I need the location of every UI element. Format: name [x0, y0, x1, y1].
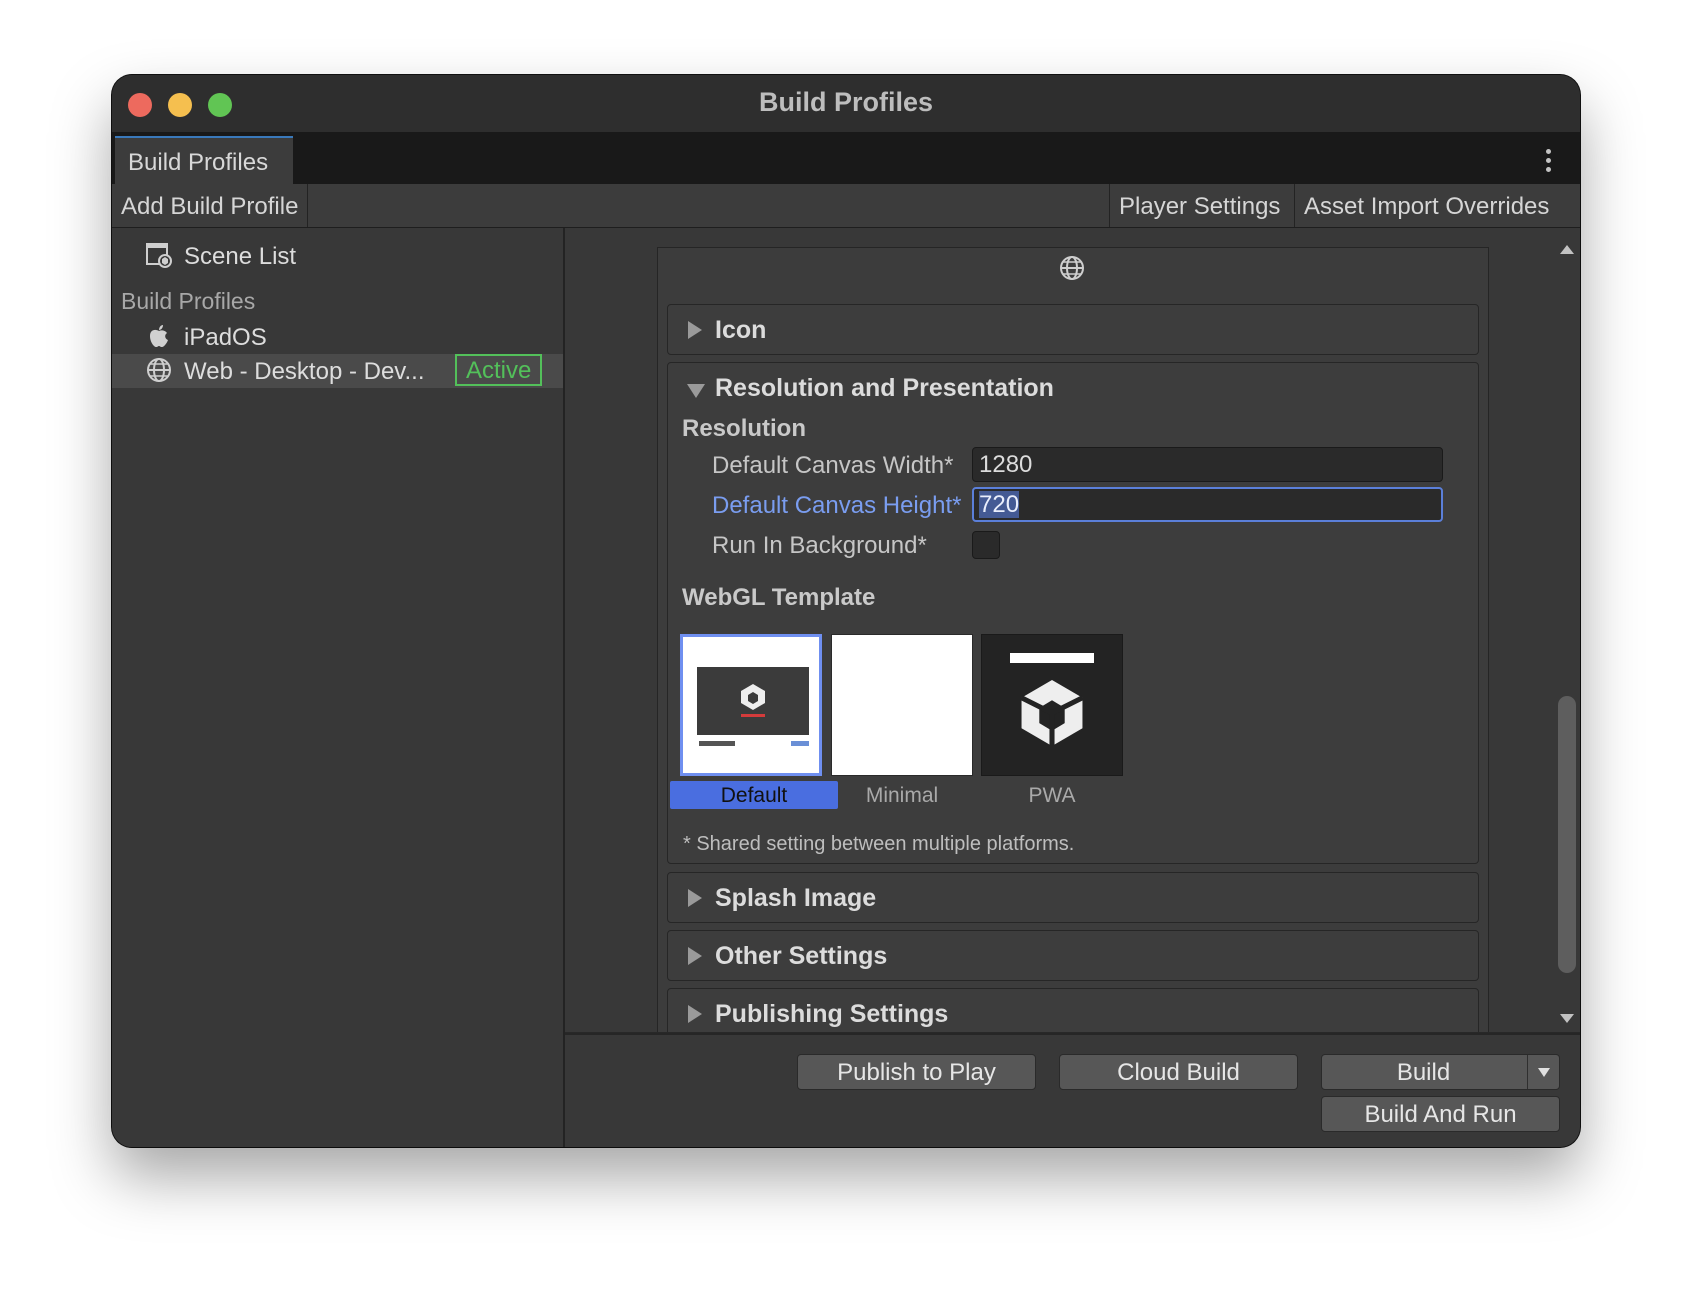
player-settings-button[interactable]: Player Settings — [1109, 184, 1289, 227]
asset-import-overrides-button[interactable]: Asset Import Overrides — [1294, 184, 1558, 227]
expand-arrow-icon — [688, 321, 702, 339]
splash-image-section[interactable]: Splash Image — [667, 872, 1479, 923]
vertical-scrollbar[interactable] — [1558, 696, 1576, 973]
canvas-width-field[interactable]: 1280 — [972, 447, 1443, 482]
pwa-header-bar — [1010, 653, 1094, 663]
more-options-icon[interactable] — [1546, 149, 1552, 176]
expand-arrow-icon — [688, 889, 702, 907]
section-header[interactable]: Resolution and Presentation — [668, 363, 1478, 413]
section-header[interactable]: Splash Image — [668, 873, 1478, 923]
title-bar: Build Profiles — [112, 75, 1580, 132]
template-default-label[interactable]: Default — [670, 781, 838, 809]
cloud-build-button[interactable]: Cloud Build — [1059, 1054, 1298, 1090]
template-minimal-label[interactable]: Minimal — [831, 781, 973, 809]
shared-setting-note: * Shared setting between multiple platfo… — [683, 833, 1075, 855]
globe-icon — [1060, 256, 1084, 280]
apple-icon — [150, 325, 168, 347]
run-in-background-label: Run In Background* — [712, 532, 927, 559]
other-settings-section[interactable]: Other Settings — [667, 930, 1479, 981]
template-default-thumbnail[interactable] — [680, 634, 822, 776]
toolbar: Add Build Profile Player Settings Asset … — [112, 184, 1580, 228]
section-title: Publishing Settings — [715, 1000, 949, 1028]
sidebar: Scene List Build Profiles iPadOS Web - D… — [112, 228, 565, 1147]
sidebar-item-label: Scene List — [184, 243, 297, 270]
resolution-presentation-section: Resolution and Presentation Resolution D… — [667, 362, 1479, 864]
section-header[interactable]: Icon — [668, 305, 1478, 355]
scene-list-icon — [146, 243, 172, 268]
publishing-settings-section[interactable]: Publishing Settings — [667, 988, 1479, 1032]
sidebar-section-header: Build Profiles — [121, 288, 256, 314]
sidebar-item-ipados[interactable]: iPadOS — [112, 320, 563, 354]
sidebar-item-scene-list[interactable]: Scene List — [112, 239, 563, 273]
section-title: Icon — [715, 316, 767, 344]
build-button-label: Build — [1396, 1059, 1451, 1086]
chevron-down-icon[interactable] — [1538, 1068, 1550, 1077]
resolution-header: Resolution — [682, 415, 806, 442]
loading-bar — [741, 714, 765, 717]
template-pwa-label[interactable]: PWA — [981, 781, 1123, 809]
unity-logo-icon — [1020, 680, 1084, 746]
build-button[interactable]: Build — [1321, 1054, 1560, 1090]
footer-logo — [699, 741, 735, 746]
globe-icon — [147, 358, 171, 382]
collapse-arrow-icon — [687, 384, 705, 398]
canvas-width-label: Default Canvas Width* — [712, 452, 954, 479]
expand-arrow-icon — [688, 1005, 702, 1023]
template-pwa-thumbnail[interactable] — [981, 634, 1123, 776]
canvas-width-value: 1280 — [979, 451, 1033, 478]
add-build-profile-button[interactable]: Add Build Profile — [112, 184, 309, 227]
tab-build-profiles[interactable]: Build Profiles — [115, 136, 293, 184]
window-title: Build Profiles — [758, 87, 934, 117]
scroll-down-icon[interactable] — [1560, 1014, 1574, 1023]
webgl-template-header: WebGL Template — [682, 584, 876, 611]
canvas-height-value: 720 — [979, 491, 1020, 518]
sidebar-item-label: Web - Desktop - Dev... — [184, 358, 425, 385]
section-header[interactable]: Publishing Settings — [668, 989, 1478, 1032]
sidebar-item-web-desktop[interactable]: Web - Desktop - Dev... Active — [112, 354, 563, 388]
build-profiles-window: Build Profiles Build Profiles Add Build … — [112, 75, 1580, 1147]
scroll-up-icon[interactable] — [1560, 245, 1574, 254]
run-in-background-checkbox[interactable] — [972, 531, 1000, 559]
action-bar: Publish to Play Cloud Build Build Build … — [565, 1033, 1580, 1147]
player-settings-inspector: Icon Resolution and Presentation Resolut… — [657, 247, 1489, 1032]
tab-bar: Build Profiles — [112, 132, 1580, 184]
section-title: Resolution and Presentation — [715, 374, 1054, 402]
section-header[interactable]: Other Settings — [668, 931, 1478, 981]
template-minimal-thumbnail[interactable] — [831, 634, 973, 776]
inspector-panel: Icon Resolution and Presentation Resolut… — [565, 228, 1580, 1032]
expand-arrow-icon — [688, 947, 702, 965]
section-title: Splash Image — [715, 884, 877, 912]
dropdown-divider — [1527, 1055, 1528, 1089]
section-title: Other Settings — [715, 942, 888, 970]
sidebar-item-label: iPadOS — [184, 324, 267, 351]
canvas-height-field[interactable]: 720 — [972, 487, 1443, 522]
unity-logo-icon — [741, 684, 765, 710]
build-and-run-button[interactable]: Build And Run — [1321, 1096, 1560, 1132]
active-badge: Active — [455, 354, 543, 386]
icon-section[interactable]: Icon — [667, 304, 1479, 355]
canvas-height-label: Default Canvas Height* — [712, 492, 962, 519]
publish-to-play-button[interactable]: Publish to Play — [797, 1054, 1036, 1090]
fullscreen-icon — [791, 741, 809, 746]
